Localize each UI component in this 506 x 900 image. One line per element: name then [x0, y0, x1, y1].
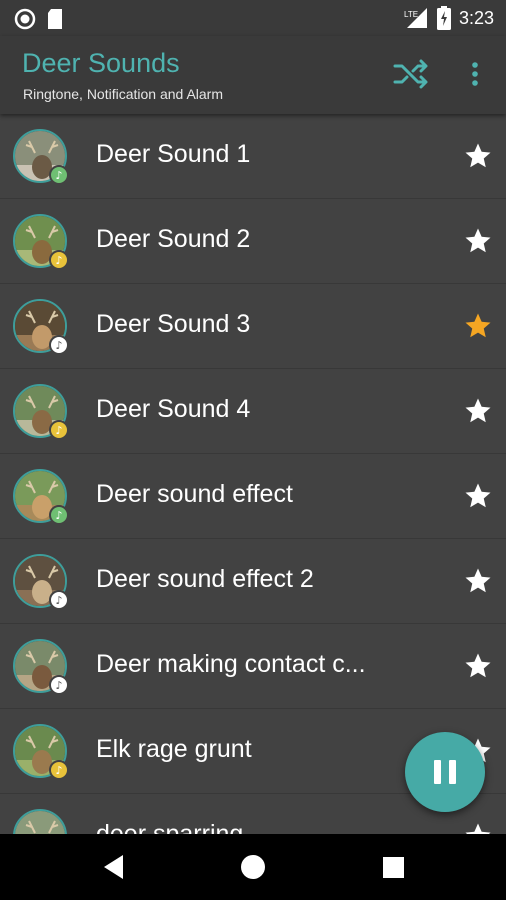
star-icon	[465, 143, 491, 168]
sound-title: Deer making contact c...	[96, 650, 366, 678]
sound-list-item[interactable]: ♪ Deer Sound 1	[0, 114, 506, 199]
sound-title: Deer sound effect	[96, 480, 293, 508]
network-label: LTE	[404, 10, 418, 19]
sound-list-item[interactable]: ♪ Deer sound effect 2	[0, 539, 506, 624]
status-bar: LTE 3:23	[0, 0, 506, 36]
sound-list-item[interactable]: ♪ Deer Sound 4	[0, 369, 506, 454]
sound-list-item[interactable]: ♪ Deer making contact c...	[0, 624, 506, 709]
more-options-button[interactable]	[463, 58, 487, 90]
navigation-bar	[0, 834, 506, 900]
nav-recents-icon	[383, 857, 404, 878]
sound-list[interactable]: ♪ Deer Sound 1 ♪ Deer Sound 2 ♪ Deer Sound 3 ♪…	[0, 114, 506, 834]
star-icon	[465, 313, 491, 338]
status-right: LTE 3:23	[403, 6, 494, 30]
favorite-button[interactable]	[463, 651, 493, 681]
sound-title: Deer Sound 1	[96, 140, 251, 168]
sound-list-item[interactable]: ♪ Deer Sound 3	[0, 284, 506, 369]
more-vert-icon	[472, 62, 478, 86]
lte-signal-icon: LTE	[404, 8, 427, 28]
deer-thumbnail	[13, 809, 67, 834]
music-note-icon: ♪	[49, 165, 69, 185]
app-title: Deer Sounds	[22, 48, 180, 78]
star-icon	[465, 568, 491, 593]
favorite-button[interactable]	[463, 821, 493, 834]
music-note-icon: ♪	[49, 420, 69, 440]
pause-icon	[434, 760, 441, 784]
music-note-icon: ♪	[49, 250, 69, 270]
sound-title: Deer Sound 3	[96, 310, 251, 338]
battery-icon	[436, 6, 451, 30]
sound-title: Deer sound effect 2	[96, 565, 314, 593]
nav-back-button[interactable]	[84, 834, 144, 900]
shuffle-button[interactable]	[392, 58, 430, 90]
favorite-button[interactable]	[463, 566, 493, 596]
sound-list-item[interactable]: ♪ Deer Sound 2	[0, 199, 506, 284]
pause-icon-bar	[449, 760, 456, 784]
shuffle-icon	[393, 59, 428, 89]
sound-title: Deer Sound 2	[96, 225, 251, 253]
favorite-button[interactable]	[463, 481, 493, 511]
star-icon	[465, 398, 491, 423]
star-icon	[465, 653, 491, 678]
status-left	[14, 8, 64, 30]
app-subtitle: Ringtone, Notification and Alarm	[23, 86, 223, 102]
favorite-button[interactable]	[463, 396, 493, 426]
sd-card-icon	[48, 9, 62, 29]
star-icon	[465, 823, 491, 834]
sound-title: Deer Sound 4	[96, 395, 251, 423]
music-note-icon: ♪	[49, 505, 69, 525]
music-note-icon: ♪	[49, 335, 69, 355]
music-note-icon: ♪	[49, 760, 69, 780]
nav-back-icon	[104, 855, 123, 879]
sound-title: deer sparring	[96, 820, 244, 834]
sound-title: Elk rage grunt	[96, 735, 252, 763]
status-clock: 3:23	[458, 7, 494, 28]
star-icon	[465, 483, 491, 508]
favorite-button[interactable]	[463, 141, 493, 171]
star-icon	[465, 228, 491, 253]
music-note-icon: ♪	[49, 675, 69, 695]
pause-button[interactable]	[405, 732, 485, 812]
favorite-button[interactable]	[463, 311, 493, 341]
app-bar: Deer Sounds Ringtone, Notification and A…	[0, 36, 506, 114]
music-note-icon: ♪	[49, 590, 69, 610]
favorite-button[interactable]	[463, 226, 493, 256]
nav-home-button[interactable]	[223, 834, 283, 900]
nav-recents-button[interactable]	[363, 834, 423, 900]
sound-list-item[interactable]: ♪ Deer sound effect	[0, 454, 506, 539]
nav-home-icon	[241, 855, 265, 879]
record-icon	[14, 8, 36, 30]
